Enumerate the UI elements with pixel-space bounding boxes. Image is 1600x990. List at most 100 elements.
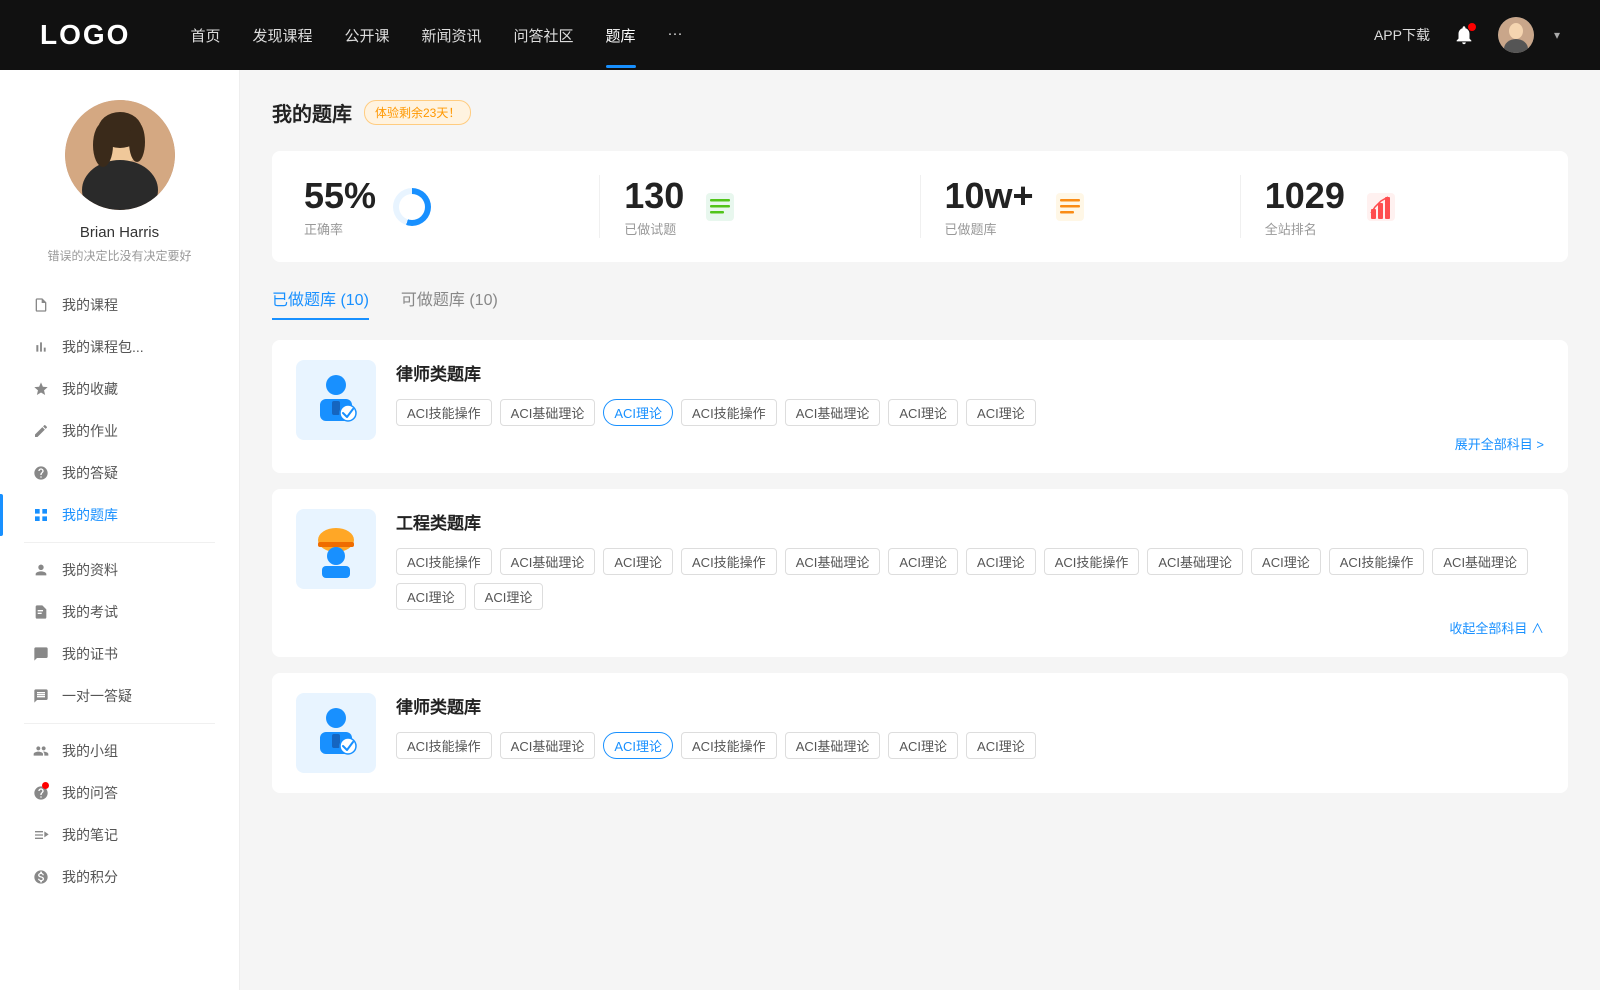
eng-tag-4[interactable]: ACI技能操作	[681, 548, 777, 575]
eng-tag-13[interactable]: ACI理论	[396, 583, 466, 610]
qbank-card-lawyer-1: 律师类题库 ACI技能操作 ACI基础理论 ACI理论 ACI技能操作 ACI基…	[272, 340, 1568, 473]
collapse-btn-engineer[interactable]: 收起全部科目 ∧	[1449, 618, 1544, 637]
law2-tag-4[interactable]: ACI技能操作	[681, 732, 777, 759]
stat-accuracy-label: 正确率	[304, 219, 376, 238]
eng-tag-5[interactable]: ACI基础理论	[785, 548, 881, 575]
nav-qbank[interactable]: 题库	[606, 25, 636, 46]
sidebar-item-1v1[interactable]: 一对一答疑	[0, 675, 239, 717]
tab-available[interactable]: 可做题库 (10)	[401, 286, 498, 320]
avatar-img	[65, 100, 175, 210]
tag-2[interactable]: ACI基础理论	[500, 399, 596, 426]
tag-1[interactable]: ACI技能操作	[396, 399, 492, 426]
questions-icon	[700, 187, 740, 227]
tag-5[interactable]: ACI基础理论	[785, 399, 881, 426]
sidebar-item-certs[interactable]: 我的证书	[0, 633, 239, 675]
sidebar-item-favorites[interactable]: 我的收藏	[0, 368, 239, 410]
law2-tag-6[interactable]: ACI理论	[888, 732, 958, 759]
nav-home[interactable]: 首页	[190, 25, 220, 46]
sidebar-item-courses[interactable]: 我的课程	[0, 284, 239, 326]
sidebar-divider-1	[24, 542, 215, 543]
nav-more[interactable]: ···	[668, 25, 683, 46]
banks-icon	[1050, 187, 1090, 227]
law2-tag-1[interactable]: ACI技能操作	[396, 732, 492, 759]
sidebar-divider-2	[24, 723, 215, 724]
eng-tag-7[interactable]: ACI理论	[966, 548, 1036, 575]
sidebar-label-courses: 我的课程	[62, 295, 118, 315]
law2-tag-2[interactable]: ACI基础理论	[500, 732, 596, 759]
app-download[interactable]: APP下载	[1374, 25, 1430, 45]
qbank-icon-lawyer-2	[296, 693, 376, 773]
expand-btn-lawyer-1[interactable]: 展开全部科目 >	[1455, 434, 1544, 453]
sidebar-item-exams[interactable]: 我的考试	[0, 591, 239, 633]
eng-tag-3[interactable]: ACI理论	[603, 548, 673, 575]
nav-qa[interactable]: 问答社区	[514, 25, 574, 46]
sidebar-label-qa: 我的答疑	[62, 463, 118, 483]
logo[interactable]: LOGO	[40, 19, 130, 51]
sidebar-label-exams: 我的考试	[62, 602, 118, 622]
law2-tag-5[interactable]: ACI基础理论	[785, 732, 881, 759]
question-circle-icon	[32, 464, 50, 482]
star-icon	[32, 380, 50, 398]
nav-news[interactable]: 新闻资讯	[422, 25, 482, 46]
chat-icon	[32, 687, 50, 705]
eng-tag-8[interactable]: ACI技能操作	[1044, 548, 1140, 575]
tag-6[interactable]: ACI理论	[888, 399, 958, 426]
eng-tag-2[interactable]: ACI基础理论	[500, 548, 596, 575]
note-icon	[32, 826, 50, 844]
qbank-body-lawyer-2: 律师类题库 ACI技能操作 ACI基础理论 ACI理论 ACI技能操作 ACI基…	[396, 693, 1544, 759]
sidebar-label-favorites: 我的收藏	[62, 379, 118, 399]
sidebar-item-notes[interactable]: 我的笔记	[0, 814, 239, 856]
tag-7[interactable]: ACI理论	[966, 399, 1036, 426]
sidebar-item-profile[interactable]: 我的资料	[0, 549, 239, 591]
stat-rank: 1029 全站排名	[1265, 175, 1536, 238]
user-avatar	[65, 100, 175, 210]
sidebar-label-homework: 我的作业	[62, 421, 118, 441]
person-icon	[32, 561, 50, 579]
sidebar-item-qa[interactable]: 我的答疑	[0, 452, 239, 494]
pie-chart-icon	[393, 188, 431, 226]
doc-orange-icon	[1052, 189, 1088, 225]
chevron-down-icon[interactable]: ▾	[1554, 28, 1560, 42]
notification-bell[interactable]	[1450, 21, 1478, 49]
sidebar-item-qbank[interactable]: 我的题库	[0, 494, 239, 536]
avatar[interactable]	[1498, 17, 1534, 53]
eng-tag-1[interactable]: ACI技能操作	[396, 548, 492, 575]
qbank-title-lawyer-1: 律师类题库	[396, 360, 1544, 385]
stat-rank-label: 全站排名	[1265, 219, 1345, 238]
tag-3-active[interactable]: ACI理论	[603, 399, 673, 426]
sidebar-item-myqa[interactable]: 我的问答	[0, 772, 239, 814]
tab-done[interactable]: 已做题库 (10)	[272, 286, 369, 320]
group-icon	[32, 742, 50, 760]
sidebar-item-homework[interactable]: 我的作业	[0, 410, 239, 452]
eng-tag-6[interactable]: ACI理论	[888, 548, 958, 575]
avatar-image	[1498, 17, 1534, 53]
notification-dot	[1468, 23, 1476, 31]
eng-tag-10[interactable]: ACI理论	[1251, 548, 1321, 575]
doc-green-icon	[702, 189, 738, 225]
stat-done-banks: 10w+ 已做题库	[945, 175, 1241, 238]
eng-tag-12[interactable]: ACI基础理论	[1432, 548, 1528, 575]
sidebar-item-points[interactable]: 我的积分	[0, 856, 239, 898]
main-content: 我的题库 体验剩余23天！ 55% 正确率 130	[240, 70, 1600, 990]
sidebar-label-myqa: 我的问答	[62, 783, 118, 803]
eng-tag-11[interactable]: ACI技能操作	[1329, 548, 1425, 575]
law2-tag-7[interactable]: ACI理论	[966, 732, 1036, 759]
sidebar-menu: 我的课程 我的课程包... 我的收藏 我的作业	[0, 284, 239, 898]
qa-dot	[42, 782, 49, 789]
sidebar-item-packages[interactable]: 我的课程包...	[0, 326, 239, 368]
sidebar-username: Brian Harris	[80, 224, 159, 241]
sidebar-item-groups[interactable]: 我的小组	[0, 730, 239, 772]
page-title: 我的题库	[272, 98, 352, 127]
chart-red-icon	[1363, 189, 1399, 225]
accuracy-icon	[392, 187, 432, 227]
tag-4[interactable]: ACI技能操作	[681, 399, 777, 426]
eng-tag-9[interactable]: ACI基础理论	[1147, 548, 1243, 575]
nav-discover[interactable]: 发现课程	[252, 25, 312, 46]
page-layout: Brian Harris 错误的决定比没有决定要好 我的课程 我的课程包...	[0, 70, 1600, 990]
law2-tag-3-active[interactable]: ACI理论	[603, 732, 673, 759]
qbank-icon-lawyer	[296, 360, 376, 440]
nav-open-course[interactable]: 公开课	[344, 25, 389, 46]
eng-tag-14[interactable]: ACI理论	[474, 583, 544, 610]
stat-done-banks-value: 10w+	[945, 175, 1034, 217]
sidebar-label-profile: 我的资料	[62, 560, 118, 580]
